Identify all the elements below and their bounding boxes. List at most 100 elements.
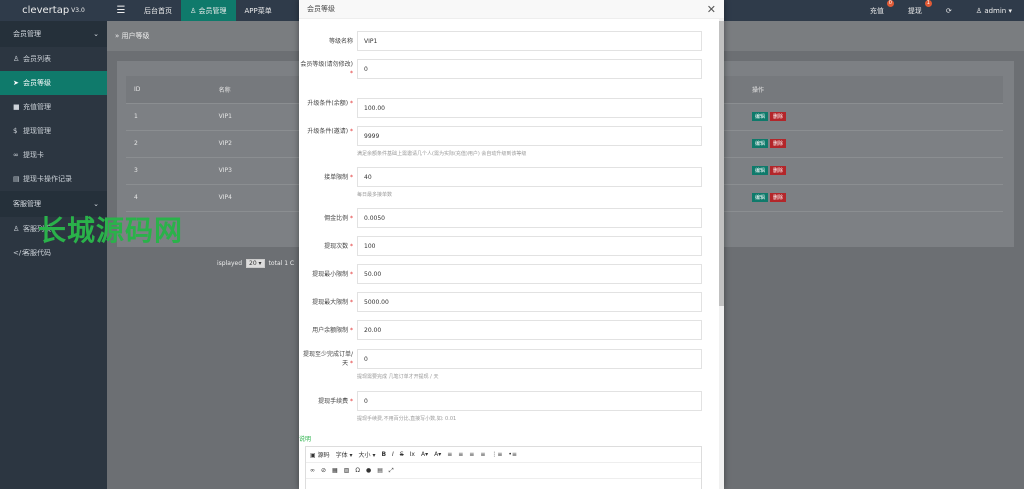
align-center-icon[interactable]: ≡ [458, 451, 463, 458]
editor-toolbar: ▣ 源码 字体 ▾ 大小 ▾ B I S Ix A▾ A▾ ≡ ≡ ≡ ≡ ⋮≡… [306, 447, 701, 463]
delete-button[interactable]: 删除 [770, 112, 787, 121]
field-input[interactable]: 100 [357, 236, 702, 256]
font-color-icon[interactable]: A▾ [421, 451, 428, 458]
dialog-scrollbar[interactable] [719, 19, 724, 489]
size-select[interactable]: 大小 ▾ [359, 450, 376, 459]
nav-home-label: 后台首页 [144, 6, 172, 15]
field-value: 50.00 [364, 270, 382, 278]
link-icon[interactable]: ∞ [310, 467, 315, 474]
field-value: 100.00 [364, 104, 385, 112]
field-value: VIP1 [364, 37, 378, 45]
brand-name: clevertap [22, 5, 70, 16]
edit-button[interactable]: 编辑 [752, 166, 769, 175]
nav-app-menu[interactable]: APP菜单 [236, 0, 281, 21]
brand-logo[interactable]: clevertap V3.0 [0, 0, 107, 21]
field-label: 佣金比例 [324, 215, 349, 222]
sidebar-item-label: 会员等级 [23, 79, 51, 87]
field-value: 9999 [364, 132, 380, 140]
align-left-icon[interactable]: ≡ [447, 451, 452, 458]
table-icon[interactable]: ▦ [332, 467, 338, 474]
field-label: 提现最大限制 [312, 299, 349, 306]
delete-button[interactable]: 删除 [770, 193, 787, 202]
page-size-select[interactable]: 20 ▾ [246, 259, 265, 268]
ordered-list-icon[interactable]: ⋮≡ [491, 451, 502, 458]
dollar-icon: $ [13, 127, 18, 135]
field-value: 0 [364, 355, 368, 363]
fullscreen-icon[interactable]: ⤢ [389, 467, 394, 475]
field-input[interactable]: VIP1 [357, 31, 702, 51]
edit-button[interactable]: 编辑 [752, 139, 769, 148]
withdraw-badge: 1 [924, 0, 932, 7]
field-input[interactable]: 50.00 [357, 264, 702, 284]
nav-members[interactable]: ♙ 会员管理 [181, 0, 236, 21]
field-label: 用户余额限制 [312, 327, 349, 334]
omega-icon[interactable]: Ω [355, 467, 360, 474]
sidebar-item-withdraw[interactable]: $ 提现管理 [0, 119, 107, 143]
field-input[interactable]: 0 [357, 391, 702, 411]
font-select[interactable]: 字体 ▾ [336, 450, 353, 459]
dialog-header: 会员等级 ✕ [299, 0, 724, 19]
bold-icon[interactable]: B [381, 451, 386, 458]
size-label: 大小 [358, 452, 371, 459]
refresh-icon[interactable]: ⟳ [934, 0, 964, 21]
rich-text-editor[interactable]: ▣ 源码 字体 ▾ 大小 ▾ B I S Ix A▾ A▾ ≡ ≡ ≡ ≡ ⋮≡… [305, 446, 702, 489]
pager-displayed: isplayed [217, 260, 242, 267]
field-input[interactable]: 5000.00 [357, 292, 702, 312]
field-label: 提现至少完成订单/天 [302, 351, 353, 367]
code-icon[interactable]: ▤ [377, 467, 383, 474]
scrollbar-thumb[interactable] [719, 21, 724, 306]
unordered-list-icon[interactable]: •≡ [508, 451, 517, 458]
emoji-icon[interactable]: ● [366, 467, 371, 474]
align-right-icon[interactable]: ≡ [469, 451, 474, 458]
sidebar-item-card-log[interactable]: ▤ 提现卡操作记录 [0, 167, 107, 191]
recharge-link[interactable]: 充值 0 [858, 0, 896, 21]
sidebar-item-member-level[interactable]: ➤ 会员等级 [0, 71, 107, 95]
sidebar-group-members[interactable]: 会员管理 ⌄ [0, 21, 107, 47]
image-icon[interactable]: ▨ [344, 467, 350, 474]
top-right: 充值 0 提现 1 ⟳ ♙ admin ▾ [858, 0, 1024, 21]
chevron-down-icon: ▾ [1008, 6, 1012, 15]
link-icon: ∞ [13, 151, 19, 159]
field-input[interactable]: 0 [357, 349, 702, 369]
field-input[interactable]: 20.00 [357, 320, 702, 340]
close-icon[interactable]: ✕ [707, 3, 716, 16]
field-value: 0 [364, 397, 368, 405]
field-input[interactable]: 40 [357, 167, 702, 187]
strike-icon[interactable]: S [400, 451, 404, 458]
clear-format-icon[interactable]: Ix [410, 451, 415, 458]
nav-home[interactable]: 后台首页 [135, 0, 181, 21]
user-menu[interactable]: ♙ admin ▾ [964, 0, 1024, 21]
field-input[interactable]: 0 [357, 59, 702, 79]
field-input[interactable]: 0.0050 [357, 208, 702, 228]
field-label: 升级条件(余额) [307, 100, 349, 107]
sidebar-item-recharge[interactable]: ■ 充值管理 [0, 95, 107, 119]
sidebar-item-withdraw-card[interactable]: ∞ 提现卡 [0, 143, 107, 167]
font-label: 字体 [335, 452, 348, 459]
align-justify-icon[interactable]: ≡ [480, 451, 485, 458]
watermark: 长城源码网 [38, 214, 184, 247]
sidebar-group-label: 客服管理 [13, 200, 41, 208]
delete-button[interactable]: 删除 [770, 139, 787, 148]
recharge-badge: 0 [886, 0, 894, 7]
required-mark: * [350, 215, 353, 222]
italic-icon[interactable]: I [392, 451, 394, 458]
brand-version: V3.0 [71, 7, 85, 14]
unlink-icon[interactable]: ⊘ [321, 467, 326, 474]
field-hint: 每日最多接单数 [357, 192, 393, 198]
field-input[interactable]: 9999 [357, 126, 702, 146]
field-input[interactable]: 100.00 [357, 98, 702, 118]
cell-id: 1 [126, 103, 211, 131]
sidebar-item-member-list[interactable]: ♙ 会员列表 [0, 47, 107, 71]
edit-button[interactable]: 编辑 [752, 112, 769, 121]
delete-button[interactable]: 删除 [770, 166, 787, 175]
edit-button[interactable]: 编辑 [752, 193, 769, 202]
source-button[interactable]: ▣ 源码 [310, 450, 330, 459]
code-icon: </> [13, 249, 28, 257]
bg-color-icon[interactable]: A▾ [434, 451, 441, 458]
send-icon: ➤ [13, 79, 19, 87]
menu-icon[interactable]: ☰ [107, 0, 135, 21]
field-label: 提现手续费 [318, 398, 349, 405]
withdraw-link[interactable]: 提现 1 [896, 0, 934, 21]
field-value: 40 [364, 173, 372, 181]
required-mark: * [350, 271, 353, 278]
